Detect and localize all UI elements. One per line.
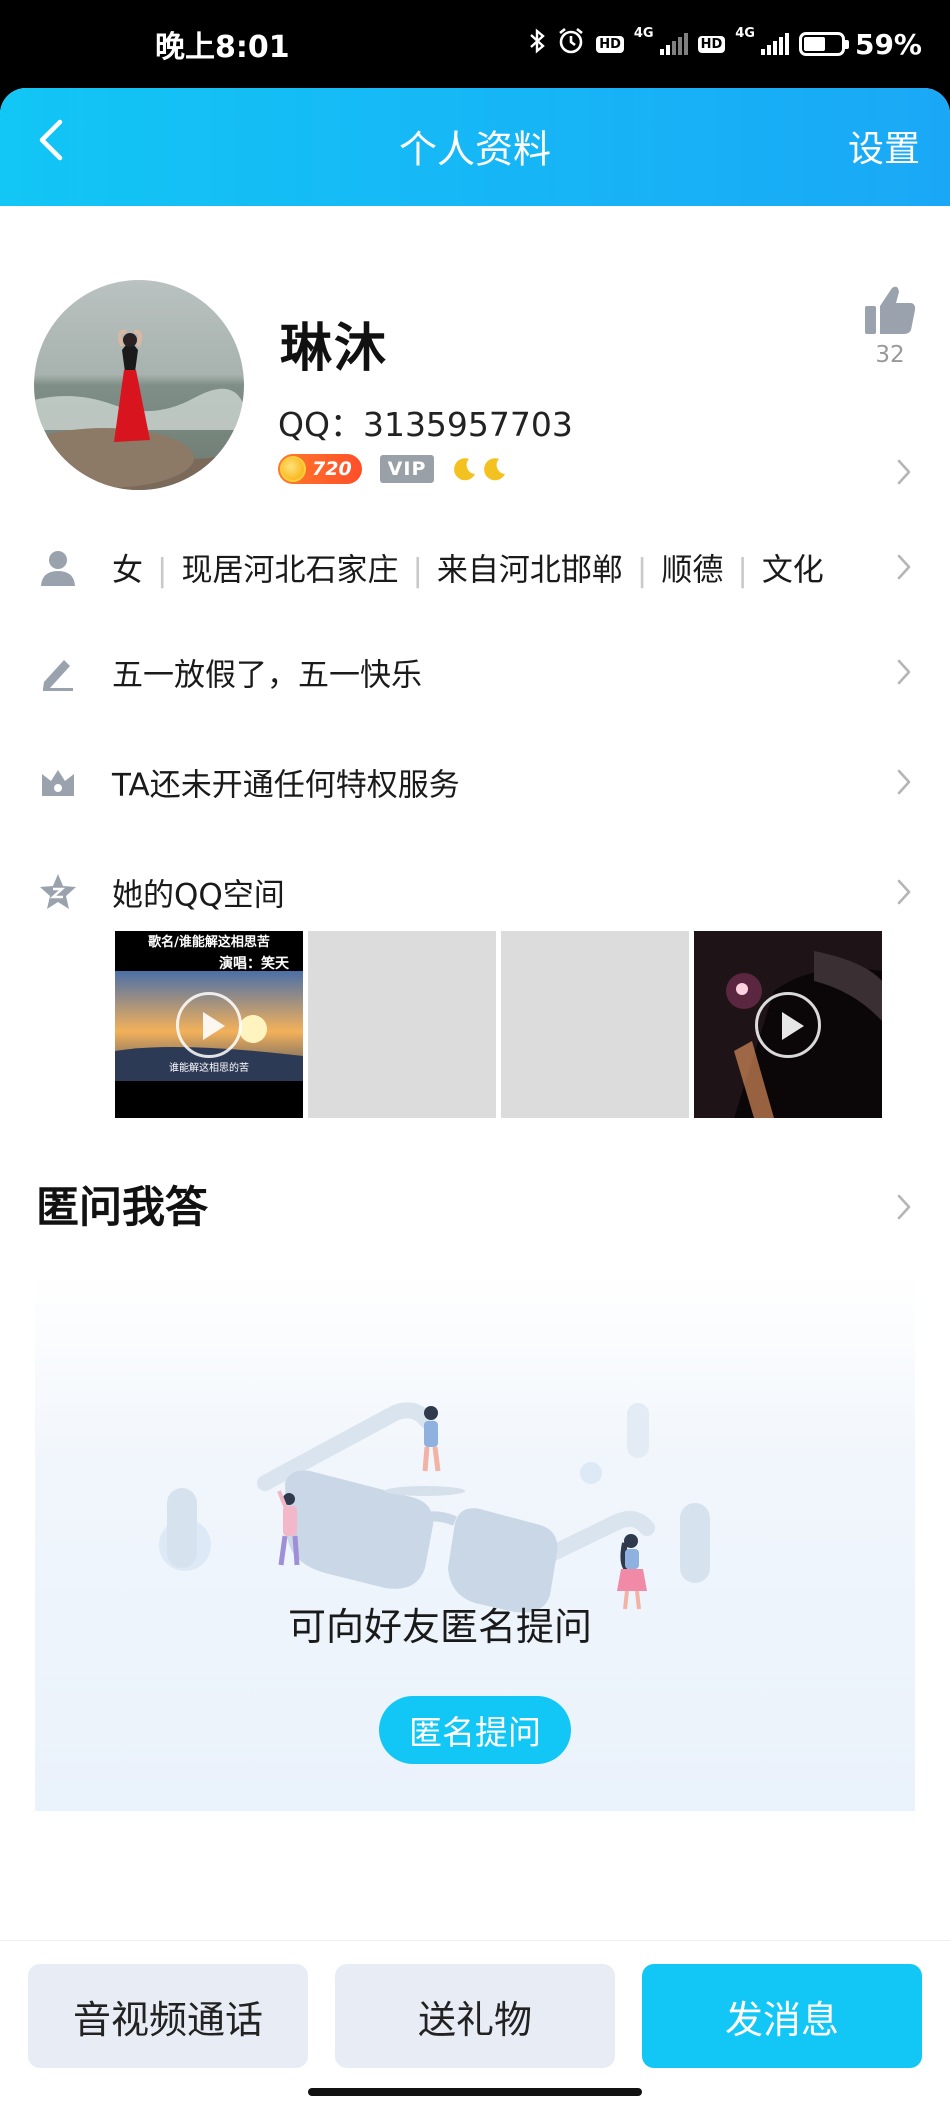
signature-row[interactable]: 五一放假了，五一快乐 bbox=[0, 637, 950, 707]
header-bar: 个人资料 设置 bbox=[0, 88, 950, 206]
signature-text: 五一放假了，五一快乐 bbox=[112, 657, 422, 694]
signal-icon-2 bbox=[760, 33, 789, 55]
status-icons: HD 4G HD 4G 59% bbox=[528, 26, 922, 62]
crown-icon bbox=[38, 762, 78, 802]
send-gift-button[interactable]: 送礼物 bbox=[335, 1964, 615, 2068]
coin-value: 720 bbox=[312, 458, 352, 480]
network-type-2: 4G bbox=[735, 26, 755, 41]
thumbs-up-icon bbox=[865, 286, 916, 334]
level-moons bbox=[452, 456, 508, 482]
hd-icon-2: HD bbox=[697, 35, 726, 53]
status-bar: 晚上8:01 HD 4G HD 4G 59% bbox=[0, 0, 950, 88]
chevron-right-icon bbox=[896, 553, 912, 581]
qa-section-title: 匿问我答 bbox=[36, 1183, 208, 1233]
bluetooth-icon bbox=[528, 28, 546, 60]
residence: 现居河北石家庄 bbox=[181, 552, 399, 589]
avatar[interactable] bbox=[34, 280, 244, 490]
qzone-label: 她的QQ空间 bbox=[112, 877, 285, 914]
video-caption-title: 歌名/谁能解这相思苦 bbox=[148, 935, 270, 950]
basic-info-row[interactable]: 女 | 现居河北石家庄 | 来自河北邯郸 | 顺德 | 文化 bbox=[0, 532, 950, 602]
av-call-button[interactable]: 音视频通话 bbox=[28, 1964, 308, 2068]
video-caption-lyric: 谁能解这相思的苦 bbox=[169, 1063, 249, 1074]
page-title: 个人资料 bbox=[398, 127, 551, 172]
qq-number: QQ：3135957703 bbox=[278, 405, 573, 444]
moon-icon bbox=[484, 458, 506, 481]
nickname: 琳沐 bbox=[280, 319, 389, 379]
badge-row[interactable]: 720 VIP bbox=[278, 454, 508, 484]
network-type-1: 4G bbox=[633, 26, 654, 41]
vip-badge: VIP bbox=[379, 455, 435, 483]
chevron-right-icon[interactable] bbox=[896, 1193, 912, 1221]
bottom-action-bar: 音视频通话 送礼物 发消息 bbox=[0, 1940, 950, 2111]
qa-prompt-text: 可向好友匿名提问 bbox=[287, 1605, 592, 1649]
pencil-icon bbox=[38, 652, 78, 692]
qzone-video-thumb-1[interactable]: 歌名/谁能解这相思苦 演唱：笑天 谁能解这相思的苦 bbox=[115, 931, 303, 1118]
like-button[interactable]: 32 bbox=[860, 284, 920, 368]
send-message-button[interactable]: 发消息 bbox=[642, 1964, 922, 2068]
info-extra: 文化 bbox=[761, 552, 824, 589]
qzone-photo-strip: 歌名/谁能解这相思苦 演唱：笑天 谁能解这相思的苦 bbox=[115, 931, 882, 1118]
qzone-video-thumb-4[interactable] bbox=[694, 931, 882, 1118]
moon-icon bbox=[454, 458, 476, 481]
privilege-text: TA还未开通任何特权服务 bbox=[112, 767, 460, 804]
user-icon bbox=[38, 547, 78, 587]
status-time: 晚上8:01 bbox=[155, 30, 290, 65]
district: 顺德 bbox=[661, 552, 724, 589]
chevron-right-icon bbox=[896, 768, 912, 796]
coin-icon bbox=[280, 456, 306, 482]
battery-icon bbox=[798, 32, 849, 56]
chevron-right-icon bbox=[896, 878, 912, 906]
alarm-icon bbox=[556, 26, 586, 62]
anonymous-ask-button[interactable]: 匿名提问 bbox=[379, 1696, 571, 1764]
profile-screen: 个人资料 设置 琳沐 QQ：3135957703 720 VIP 32 女 | … bbox=[0, 88, 950, 2111]
home-indicator[interactable] bbox=[308, 2088, 642, 2096]
chevron-right-icon bbox=[896, 658, 912, 686]
basic-info-text: 女 | 现居河北石家庄 | 来自河北邯郸 | 顺德 | 文化 bbox=[112, 552, 824, 589]
gender: 女 bbox=[112, 552, 143, 589]
qzone-star-icon bbox=[38, 872, 78, 912]
privilege-row[interactable]: TA还未开通任何特权服务 bbox=[0, 747, 950, 817]
play-icon bbox=[755, 991, 821, 1058]
video-caption-singer: 演唱：笑天 bbox=[219, 956, 289, 972]
hd-icon: HD bbox=[596, 35, 624, 53]
settings-button[interactable]: 设置 bbox=[848, 120, 920, 172]
signal-icon-1 bbox=[659, 33, 688, 55]
hometown: 来自河北邯郸 bbox=[436, 552, 623, 589]
qzone-row[interactable]: 她的QQ空间 bbox=[0, 857, 950, 927]
battery-percent: 59% bbox=[854, 27, 922, 61]
glasses-illustration bbox=[159, 1402, 710, 1613]
play-icon bbox=[176, 991, 242, 1058]
like-count: 32 bbox=[875, 342, 905, 368]
chevron-right-icon[interactable] bbox=[896, 458, 912, 486]
coin-badge: 720 bbox=[278, 454, 362, 484]
qzone-photo-thumb-2[interactable] bbox=[308, 931, 496, 1118]
qzone-photo-thumb-3[interactable] bbox=[501, 931, 689, 1118]
